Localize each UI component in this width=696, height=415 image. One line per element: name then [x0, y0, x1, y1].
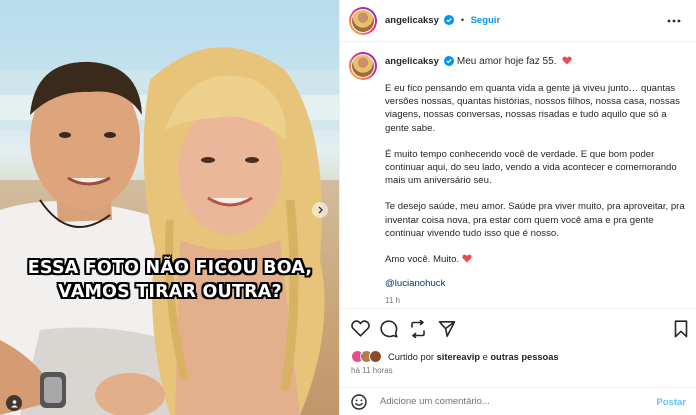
emoji-icon[interactable]: [351, 394, 367, 410]
post-side-panel: angelicaksy • Seguir angelicaksy Meu amo…: [339, 0, 696, 415]
chevron-right-icon: [318, 206, 323, 214]
post-header: angelicaksy • Seguir: [340, 0, 696, 42]
mention-link[interactable]: @lucianohuck: [385, 278, 445, 289]
caption-paragraph: É muito tempo conhecendo você de verdade…: [385, 148, 677, 187]
likes-others[interactable]: outras pessoas: [490, 352, 558, 362]
header-user: angelicaksy • Seguir: [385, 15, 500, 26]
verified-badge-icon: [444, 15, 455, 25]
post-actions: Curtido por sitereavip e outras pessoas …: [340, 308, 696, 388]
comment-bar: Postar: [340, 387, 696, 415]
heart-emoji-icon: [562, 56, 572, 65]
post-comment-button[interactable]: Postar: [656, 397, 686, 408]
heart-emoji-icon: [462, 254, 472, 263]
caption-username[interactable]: angelicaksy: [385, 56, 439, 67]
comment-input[interactable]: [380, 396, 600, 407]
separator-dot: •: [460, 15, 465, 25]
caption-header: angelicaksy Meu amor hoje faz 55.: [385, 56, 572, 67]
post-photo[interactable]: ESSA FOTO NÃO FICOU BOA, VAMOS TIRAR OUT…: [0, 0, 339, 415]
caption-paragraph: E eu fico pensando em quanta vida a gent…: [385, 83, 680, 134]
caption-timestamp: 11 h: [385, 296, 400, 305]
image-caption-line-1: ESSA FOTO NÃO FICOU BOA,: [27, 258, 313, 278]
more-options-icon[interactable]: [667, 16, 681, 26]
likes-summary: Curtido por sitereavip e outras pessoas: [351, 350, 559, 363]
post-time-ago[interactable]: há 11 horas: [351, 366, 393, 375]
image-caption-overlay: ESSA FOTO NÃO FICOU BOA, VAMOS TIRAR OUT…: [20, 256, 320, 304]
share-icon[interactable]: [409, 320, 427, 338]
author-avatar[interactable]: [349, 7, 377, 35]
user-tag-icon: [10, 399, 18, 407]
caption-first-line: Meu amor hoje faz 55.: [456, 56, 557, 67]
send-icon[interactable]: [438, 320, 456, 338]
author-username[interactable]: angelicaksy: [385, 15, 439, 26]
comment-icon[interactable]: [380, 320, 398, 338]
likes-connector: e: [482, 351, 488, 362]
tagged-users-button[interactable]: [6, 395, 22, 411]
heart-icon[interactable]: [351, 320, 370, 337]
couple-photo-illustration: [0, 47, 339, 415]
caption-author-avatar[interactable]: [349, 52, 377, 80]
bookmark-icon[interactable]: [674, 320, 688, 338]
liker-avatar[interactable]: [369, 350, 382, 363]
verified-badge-icon: [444, 56, 455, 66]
likes-user[interactable]: sitereavip: [437, 352, 480, 362]
next-photo-button[interactable]: [312, 202, 328, 218]
likes-text: Curtido por sitereavip e outras pessoas: [388, 352, 559, 362]
caption-closing: Amo você. Muito.: [385, 253, 685, 266]
likes-prefix: Curtido por: [388, 351, 434, 362]
caption-closing-text: Amo você. Muito.: [385, 254, 460, 266]
image-caption-line-2: VAMOS TIRAR OUTRA?: [58, 282, 282, 302]
follow-button[interactable]: Seguir: [471, 15, 501, 26]
caption-body: E eu fico pensando em quanta vida a gent…: [385, 82, 685, 279]
caption-paragraph: Te desejo saúde, meu amor. Saúde pra viv…: [385, 201, 685, 239]
